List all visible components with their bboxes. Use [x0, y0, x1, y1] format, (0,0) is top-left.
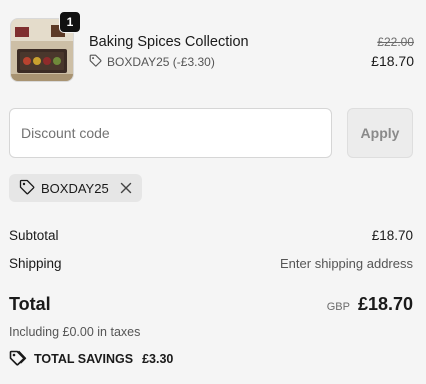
total-row: Total GBP £18.70	[9, 294, 413, 315]
total-savings: TOTAL SAVINGS £3.30	[9, 350, 173, 368]
subtotal-row: Subtotal £18.70	[9, 228, 413, 243]
line-price: £18.70	[371, 53, 414, 69]
taxes-note: Including £0.00 in taxes	[9, 325, 141, 339]
line-discount: BOXDAY25 (-£3.30)	[89, 54, 215, 70]
applied-discount-code: BOXDAY25	[41, 180, 109, 196]
quantity-badge: 1	[59, 11, 81, 33]
discount-code-input[interactable]	[9, 108, 332, 158]
total-savings-value: £3.30	[142, 352, 174, 366]
tag-icon	[19, 179, 35, 198]
close-icon	[120, 182, 131, 194]
total-value: £18.70	[357, 294, 413, 314]
line-discount-label: BOXDAY25 (-£3.30)	[107, 55, 215, 69]
original-price: £22.00	[377, 35, 414, 49]
total-amount-group: GBP £18.70	[327, 294, 413, 315]
subtotal-value: £18.70	[371, 228, 413, 243]
shipping-row: Shipping Enter shipping address	[9, 256, 413, 271]
tag-icon	[89, 54, 102, 70]
subtotal-label: Subtotal	[9, 228, 59, 243]
apply-button[interactable]: Apply	[347, 108, 413, 158]
shipping-value: Enter shipping address	[280, 256, 413, 271]
shipping-label: Shipping	[9, 256, 62, 271]
product-name: Baking Spices Collection	[89, 34, 249, 50]
total-label: Total	[9, 294, 51, 314]
cart-line-item: 1 Baking Spices Collection BOXDAY25 (-£3…	[10, 11, 414, 84]
remove-discount-button[interactable]	[119, 181, 133, 195]
total-savings-label: TOTAL SAVINGS	[34, 352, 134, 366]
applied-discount-chip: BOXDAY25	[9, 174, 142, 202]
tag-icon	[9, 350, 27, 369]
currency-code: GBP	[326, 301, 350, 313]
